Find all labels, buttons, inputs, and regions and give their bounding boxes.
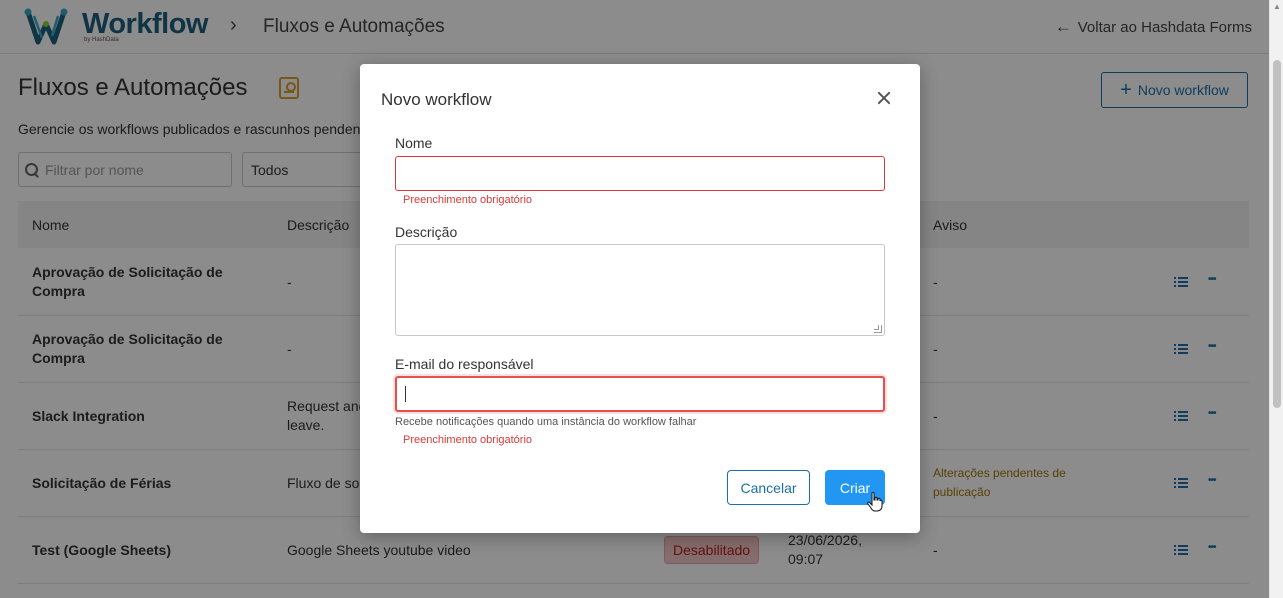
text-caret [405, 386, 406, 402]
scroll-up-icon[interactable]: ▲ [1273, 2, 1281, 11]
description-label: Descrição [395, 224, 458, 240]
dialog-title: Novo workflow [381, 90, 492, 109]
pointer-cursor-icon [867, 492, 883, 512]
resize-handle[interactable] [874, 325, 882, 333]
email-field[interactable] [395, 376, 885, 412]
new-workflow-dialog: Novo workflow Nome Preenchimento obrigat… [360, 64, 920, 533]
name-label: Nome [395, 135, 433, 151]
name-error: Preenchimento obrigatório [403, 194, 533, 206]
email-help-text: Recebe notificações quando uma instância… [395, 416, 697, 428]
email-error: Preenchimento obrigatório [403, 434, 533, 446]
scroll-thumb[interactable] [1273, 60, 1281, 408]
name-field[interactable] [395, 156, 885, 191]
close-icon[interactable] [877, 91, 891, 105]
cancel-button[interactable]: Cancelar [727, 470, 810, 505]
description-field[interactable] [395, 244, 885, 336]
email-label: E-mail do responsável [395, 356, 534, 372]
page-scrollbar[interactable]: ▲ [1269, 0, 1283, 598]
